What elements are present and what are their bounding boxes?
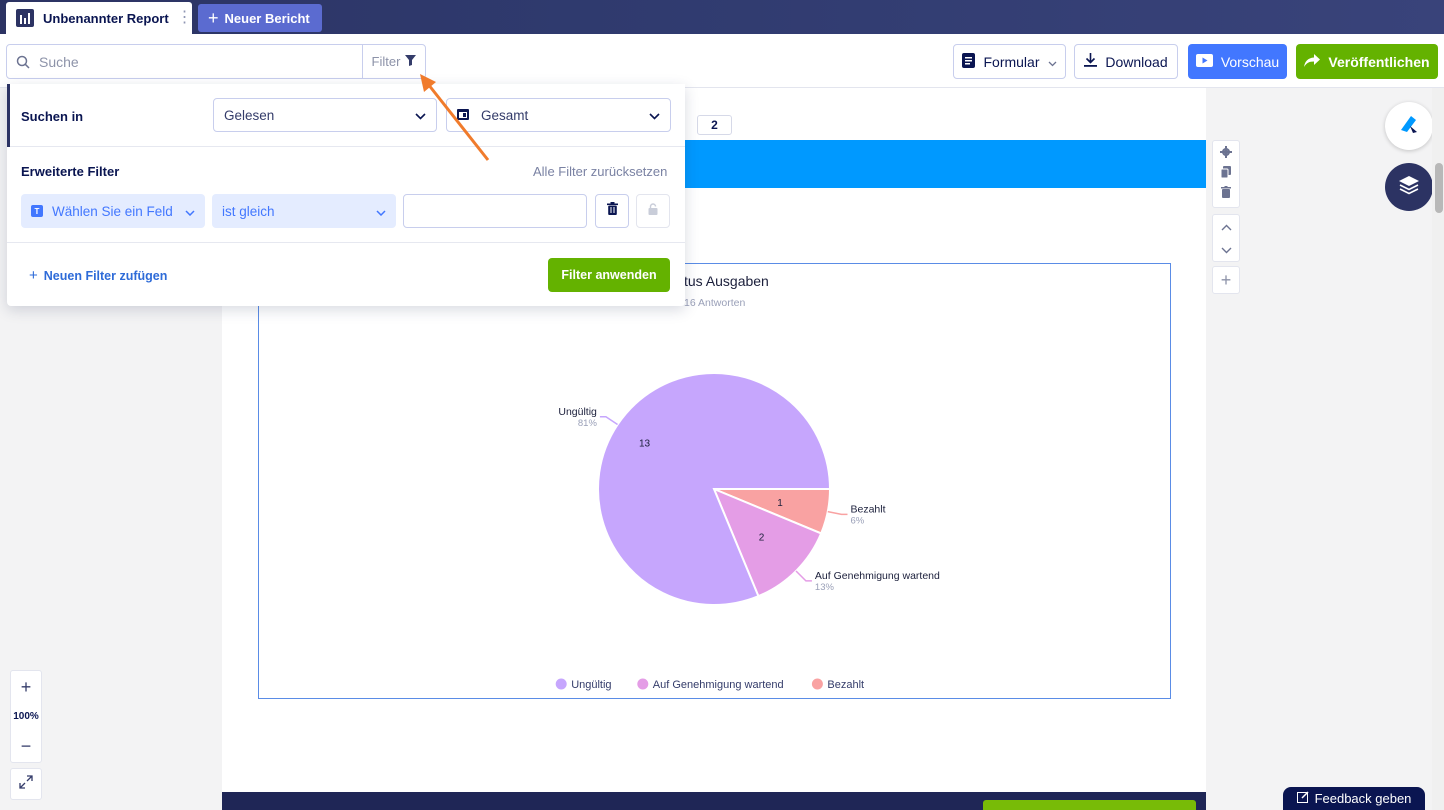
gear-icon[interactable] — [1220, 145, 1232, 163]
field-select-value: Wählen Sie ein Feld — [52, 203, 173, 219]
chevron-down-icon[interactable] — [1221, 241, 1232, 259]
text-field-icon: T — [31, 205, 43, 217]
legend-label[interactable]: Ungültig — [571, 679, 611, 691]
report-tab-title: Unbenannter Report — [43, 10, 169, 26]
plus-icon: + — [29, 267, 38, 284]
operator-select[interactable]: ist gleich — [212, 194, 396, 228]
search-in-label: Suchen in — [21, 109, 84, 124]
lock-filter-button[interactable] — [636, 194, 670, 228]
add-filter-link[interactable]: + Neuen Filter zufügen — [29, 267, 167, 284]
preview-button[interactable]: Vorschau — [1188, 44, 1287, 79]
filter-value-input[interactable] — [403, 194, 587, 228]
search-icon — [7, 45, 39, 78]
add-filter-label: Neuen Filter zufügen — [43, 268, 168, 283]
leader-line — [599, 416, 618, 426]
download-icon — [1084, 53, 1098, 70]
publish-button[interactable]: Veröffentlichen — [1296, 44, 1438, 79]
form-icon — [962, 52, 976, 71]
slice-value-label: 2 — [759, 533, 765, 544]
zoom-controls: + 100% − — [10, 670, 42, 763]
slice-percent-label: 81% — [578, 418, 598, 429]
slice-category-label: Bezahlt — [851, 503, 886, 515]
funnel-icon — [405, 54, 417, 69]
element-tools — [1212, 140, 1240, 208]
share-arrow-icon — [1304, 53, 1321, 70]
slice-percent-label: 13% — [815, 582, 835, 593]
zoom-out-button[interactable]: − — [21, 737, 32, 755]
search-in-row: Suchen in Gelesen Gesamt — [7, 84, 685, 147]
layers-icon — [1398, 175, 1420, 200]
filter-panel: Suchen in Gelesen Gesamt Erweiterte Filt… — [7, 84, 685, 306]
search-bar: Filter — [6, 44, 426, 79]
layers-button[interactable] — [1385, 163, 1433, 211]
zoom-in-button[interactable]: + — [21, 678, 32, 696]
move-tools — [1212, 214, 1240, 262]
pen-tool-button[interactable] — [1385, 102, 1433, 150]
legend-swatch — [811, 678, 823, 690]
slice-value-label: 1 — [777, 498, 783, 509]
delete-filter-button[interactable] — [595, 194, 629, 228]
chevron-down-icon — [376, 204, 386, 219]
plus-icon: + — [208, 8, 219, 28]
form-dropdown-button[interactable]: Formular — [953, 44, 1066, 79]
apply-filter-button[interactable]: Filter anwenden — [548, 258, 670, 292]
more-options-icon[interactable]: ⋮ — [177, 10, 193, 26]
advanced-filter-label: Erweiterte Filter — [21, 164, 120, 179]
scrollbar-thumb[interactable] — [1435, 163, 1443, 213]
expand-icon — [19, 774, 33, 794]
download-label: Download — [1105, 53, 1168, 70]
report-tab[interactable]: Unbenannter Report ⋮ — [6, 2, 193, 34]
slice-category-label: Auf Genehmigung wartend — [815, 570, 940, 582]
pie-chart: 1213Bezahlt6%Auf Genehmigung wartend13%U… — [555, 372, 940, 691]
publish-label: Veröffentlichen — [1328, 53, 1430, 70]
legend-swatch — [555, 678, 567, 690]
filter-label: Filter — [371, 54, 401, 69]
read-status-select[interactable]: Gelesen — [213, 98, 437, 132]
legend-label[interactable]: Auf Genehmigung wartend — [653, 679, 784, 691]
chevron-down-icon — [1048, 54, 1057, 70]
leader-line — [827, 510, 848, 516]
divider — [7, 242, 685, 243]
preview-label: Vorschau — [1220, 53, 1280, 70]
footer-button[interactable] — [983, 800, 1196, 810]
trash-icon — [606, 202, 618, 220]
zoom-level: 100% — [13, 710, 39, 722]
annotation-arrow — [420, 74, 490, 161]
feedback-label: Feedback geben — [1314, 791, 1412, 806]
fullscreen-button[interactable] — [10, 768, 42, 800]
feedback-button[interactable]: Feedback geben — [1283, 787, 1425, 810]
page-number[interactable]: 2 — [697, 115, 732, 135]
form-label: Formular — [983, 53, 1040, 70]
chevron-down-icon — [185, 204, 195, 219]
legend-label[interactable]: Bezahlt — [827, 679, 864, 691]
read-status-value: Gelesen — [224, 107, 275, 123]
search-input[interactable] — [39, 53, 359, 70]
play-icon — [1195, 53, 1213, 70]
new-report-tab[interactable]: + Neuer Bericht — [198, 4, 322, 32]
row-accent — [7, 84, 10, 147]
edit-icon — [1296, 791, 1309, 806]
slice-percent-label: 6% — [851, 515, 865, 526]
field-select[interactable]: T Wählen Sie ein Feld — [21, 194, 205, 228]
legend-swatch — [637, 678, 649, 690]
slice-category-label: Ungültig — [558, 406, 597, 418]
leader-line — [795, 570, 812, 582]
lock-icon — [648, 202, 658, 220]
new-report-label: Neuer Bericht — [224, 10, 310, 26]
report-logo-icon — [16, 9, 34, 27]
add-element-button[interactable]: + — [1212, 266, 1240, 294]
slice-value-label: 13 — [639, 439, 651, 450]
plus-icon: + — [1220, 269, 1232, 290]
download-button[interactable]: Download — [1074, 44, 1178, 79]
trash-icon[interactable] — [1221, 185, 1231, 203]
operator-select-value: ist gleich — [222, 203, 275, 219]
pen-icon — [1398, 113, 1420, 140]
chevron-up-icon[interactable] — [1221, 218, 1232, 236]
reset-filters-link[interactable]: Alle Filter zurücksetzen — [533, 164, 667, 179]
copy-icon[interactable] — [1220, 165, 1231, 183]
chevron-down-icon — [649, 108, 660, 123]
